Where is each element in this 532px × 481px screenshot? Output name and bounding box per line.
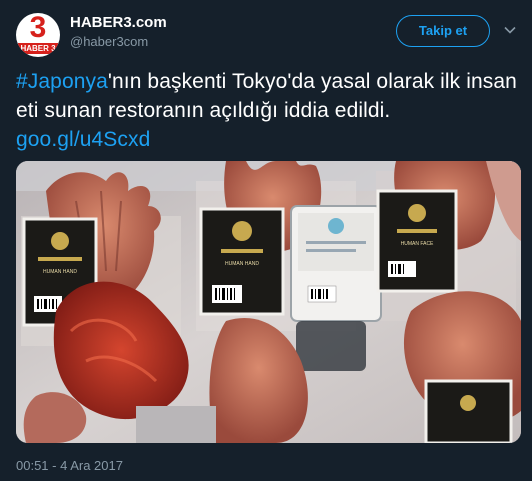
avatar-number: 3 xyxy=(29,13,47,44)
svg-text:HUMAN FACE: HUMAN FACE xyxy=(401,241,434,247)
follow-button[interactable]: Takip et xyxy=(396,15,490,47)
avatar-label: HABER 3 xyxy=(18,43,58,54)
tweet-header: 3 HABER 3 HABER3.com @haber3com Takip et xyxy=(0,0,532,60)
chevron-down-icon[interactable] xyxy=(503,23,517,37)
tweet-timestamp[interactable]: 00:51 - 4 Ara 2017 xyxy=(16,458,123,473)
account-handle[interactable]: @haber3com xyxy=(70,34,148,49)
tweet-text: #Japonya'nın başkenti Tokyo'da yasal ola… xyxy=(16,67,521,154)
tweet-url-link[interactable]: goo.gl/u4Scxd xyxy=(16,128,150,151)
package-label-3: HUMAN FACE xyxy=(376,189,458,293)
hashtag-link[interactable]: #Japonya xyxy=(16,70,108,93)
package-label-white xyxy=(290,205,382,322)
photo-illustration: HUMAN HAND HUMAN HAND HUMAN FACE xyxy=(16,161,521,443)
account-name[interactable]: HABER3.com xyxy=(70,14,167,31)
package-label-2: HUMAN HAND xyxy=(199,207,285,316)
avatar[interactable]: 3 HABER 3 xyxy=(16,13,60,57)
svg-text:HUMAN HAND: HUMAN HAND xyxy=(225,261,259,267)
tweet-photo[interactable]: HUMAN HAND HUMAN HAND HUMAN FACE xyxy=(16,161,521,443)
svg-text:HUMAN HAND: HUMAN HAND xyxy=(43,269,77,275)
